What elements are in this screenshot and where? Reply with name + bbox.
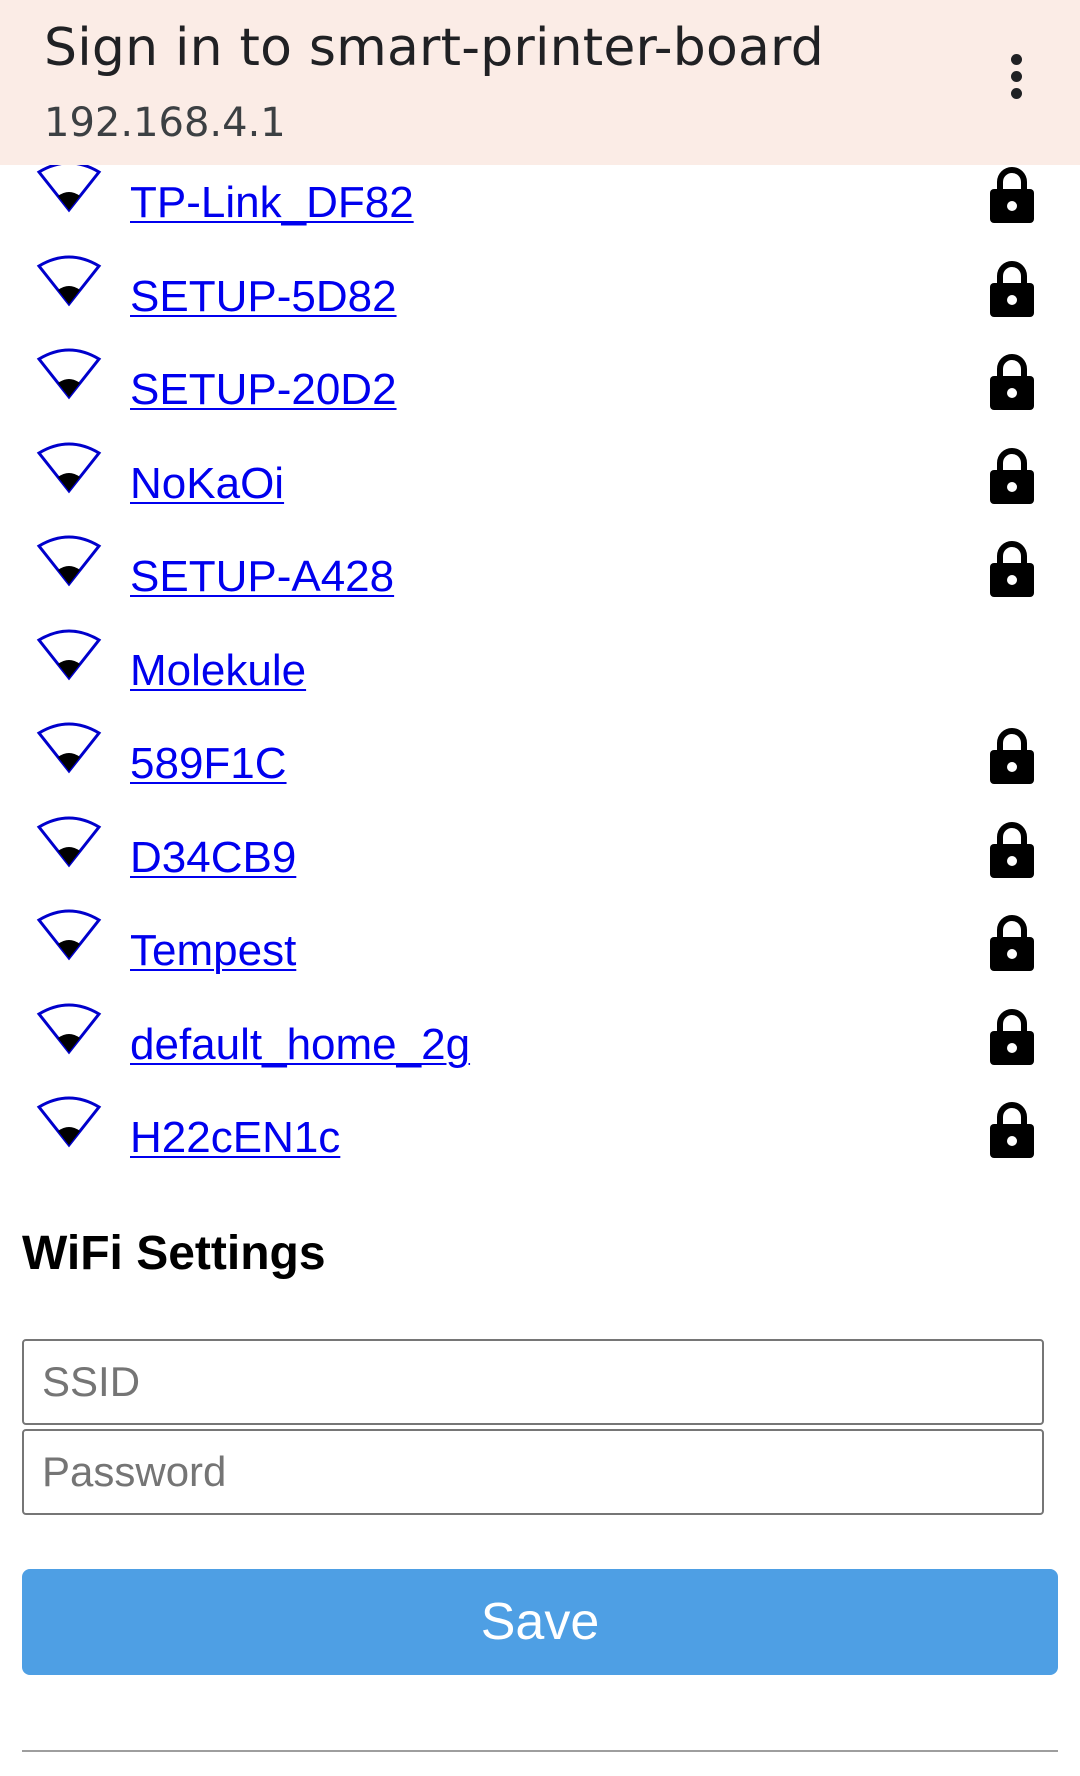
wifi-signal-icon: [36, 161, 102, 213]
captive-portal-header: Sign in to smart-printer-board 192.168.4…: [0, 0, 1080, 165]
ssid-input[interactable]: [22, 1339, 1044, 1425]
network-row: SETUP-20D2: [0, 339, 1080, 433]
network-row: H22cEN1c: [0, 1087, 1080, 1181]
wifi-signal-icon: [36, 722, 102, 774]
network-row: D34CB9: [0, 807, 1080, 901]
wifi-signal-icon: [36, 348, 102, 400]
network-link[interactable]: 589F1C: [130, 739, 287, 789]
more-vert-icon[interactable]: [996, 50, 1036, 110]
network-link[interactable]: default_home_2g: [130, 1020, 470, 1070]
password-input[interactable]: [22, 1429, 1044, 1515]
network-link[interactable]: NoKaOi: [130, 459, 284, 509]
lock-icon: [990, 541, 1034, 597]
network-row: NoKaOi: [0, 433, 1080, 527]
wifi-settings-heading: WiFi Settings: [22, 1227, 326, 1280]
lock-icon: [990, 447, 1034, 504]
network-link[interactable]: H22cEN1c: [130, 1113, 340, 1163]
network-row: 589F1C: [0, 713, 1080, 807]
save-button[interactable]: Save: [22, 1569, 1058, 1675]
lock-icon: [990, 1008, 1034, 1065]
network-link[interactable]: SETUP-20D2: [130, 365, 397, 415]
wifi-signal-icon: [36, 629, 102, 680]
lock-icon: [990, 1102, 1034, 1158]
network-link[interactable]: TP-Link_DF82: [130, 178, 414, 228]
network-link[interactable]: SETUP-A428: [130, 552, 394, 602]
wifi-signal-icon: [36, 909, 102, 961]
lock-icon: [990, 260, 1034, 317]
wifi-signal-icon: [36, 1003, 102, 1054]
lock-icon: [990, 821, 1034, 878]
wifi-signal-icon: [36, 1096, 102, 1148]
network-list: TP-Link_DF82 SETUP-5D82 SETUP-20D2 NoKaOi SE…: [0, 152, 1080, 1181]
network-link[interactable]: Molekule: [130, 646, 306, 696]
divider: [22, 1750, 1058, 1752]
wifi-signal-icon: [36, 255, 102, 306]
wifi-signal-icon: [36, 442, 102, 493]
lock-icon: [990, 354, 1034, 410]
network-row: SETUP-A428: [0, 526, 1080, 620]
lock-icon: [990, 167, 1034, 223]
network-row: Tempest: [0, 900, 1080, 994]
wifi-signal-icon: [36, 816, 102, 867]
network-link[interactable]: Tempest: [130, 926, 296, 976]
network-row: default_home_2g: [0, 994, 1080, 1088]
network-link[interactable]: D34CB9: [130, 833, 296, 883]
network-row: Molekule: [0, 620, 1080, 714]
network-link[interactable]: SETUP-5D82: [130, 272, 397, 322]
wifi-signal-icon: [36, 535, 102, 587]
network-row: TP-Link_DF82: [0, 152, 1080, 246]
header-title: Sign in to smart-printer-board: [44, 18, 824, 78]
lock-icon: [990, 915, 1034, 971]
lock-icon: [990, 728, 1034, 784]
network-row: SETUP-5D82: [0, 246, 1080, 340]
header-url: 192.168.4.1: [44, 100, 286, 146]
